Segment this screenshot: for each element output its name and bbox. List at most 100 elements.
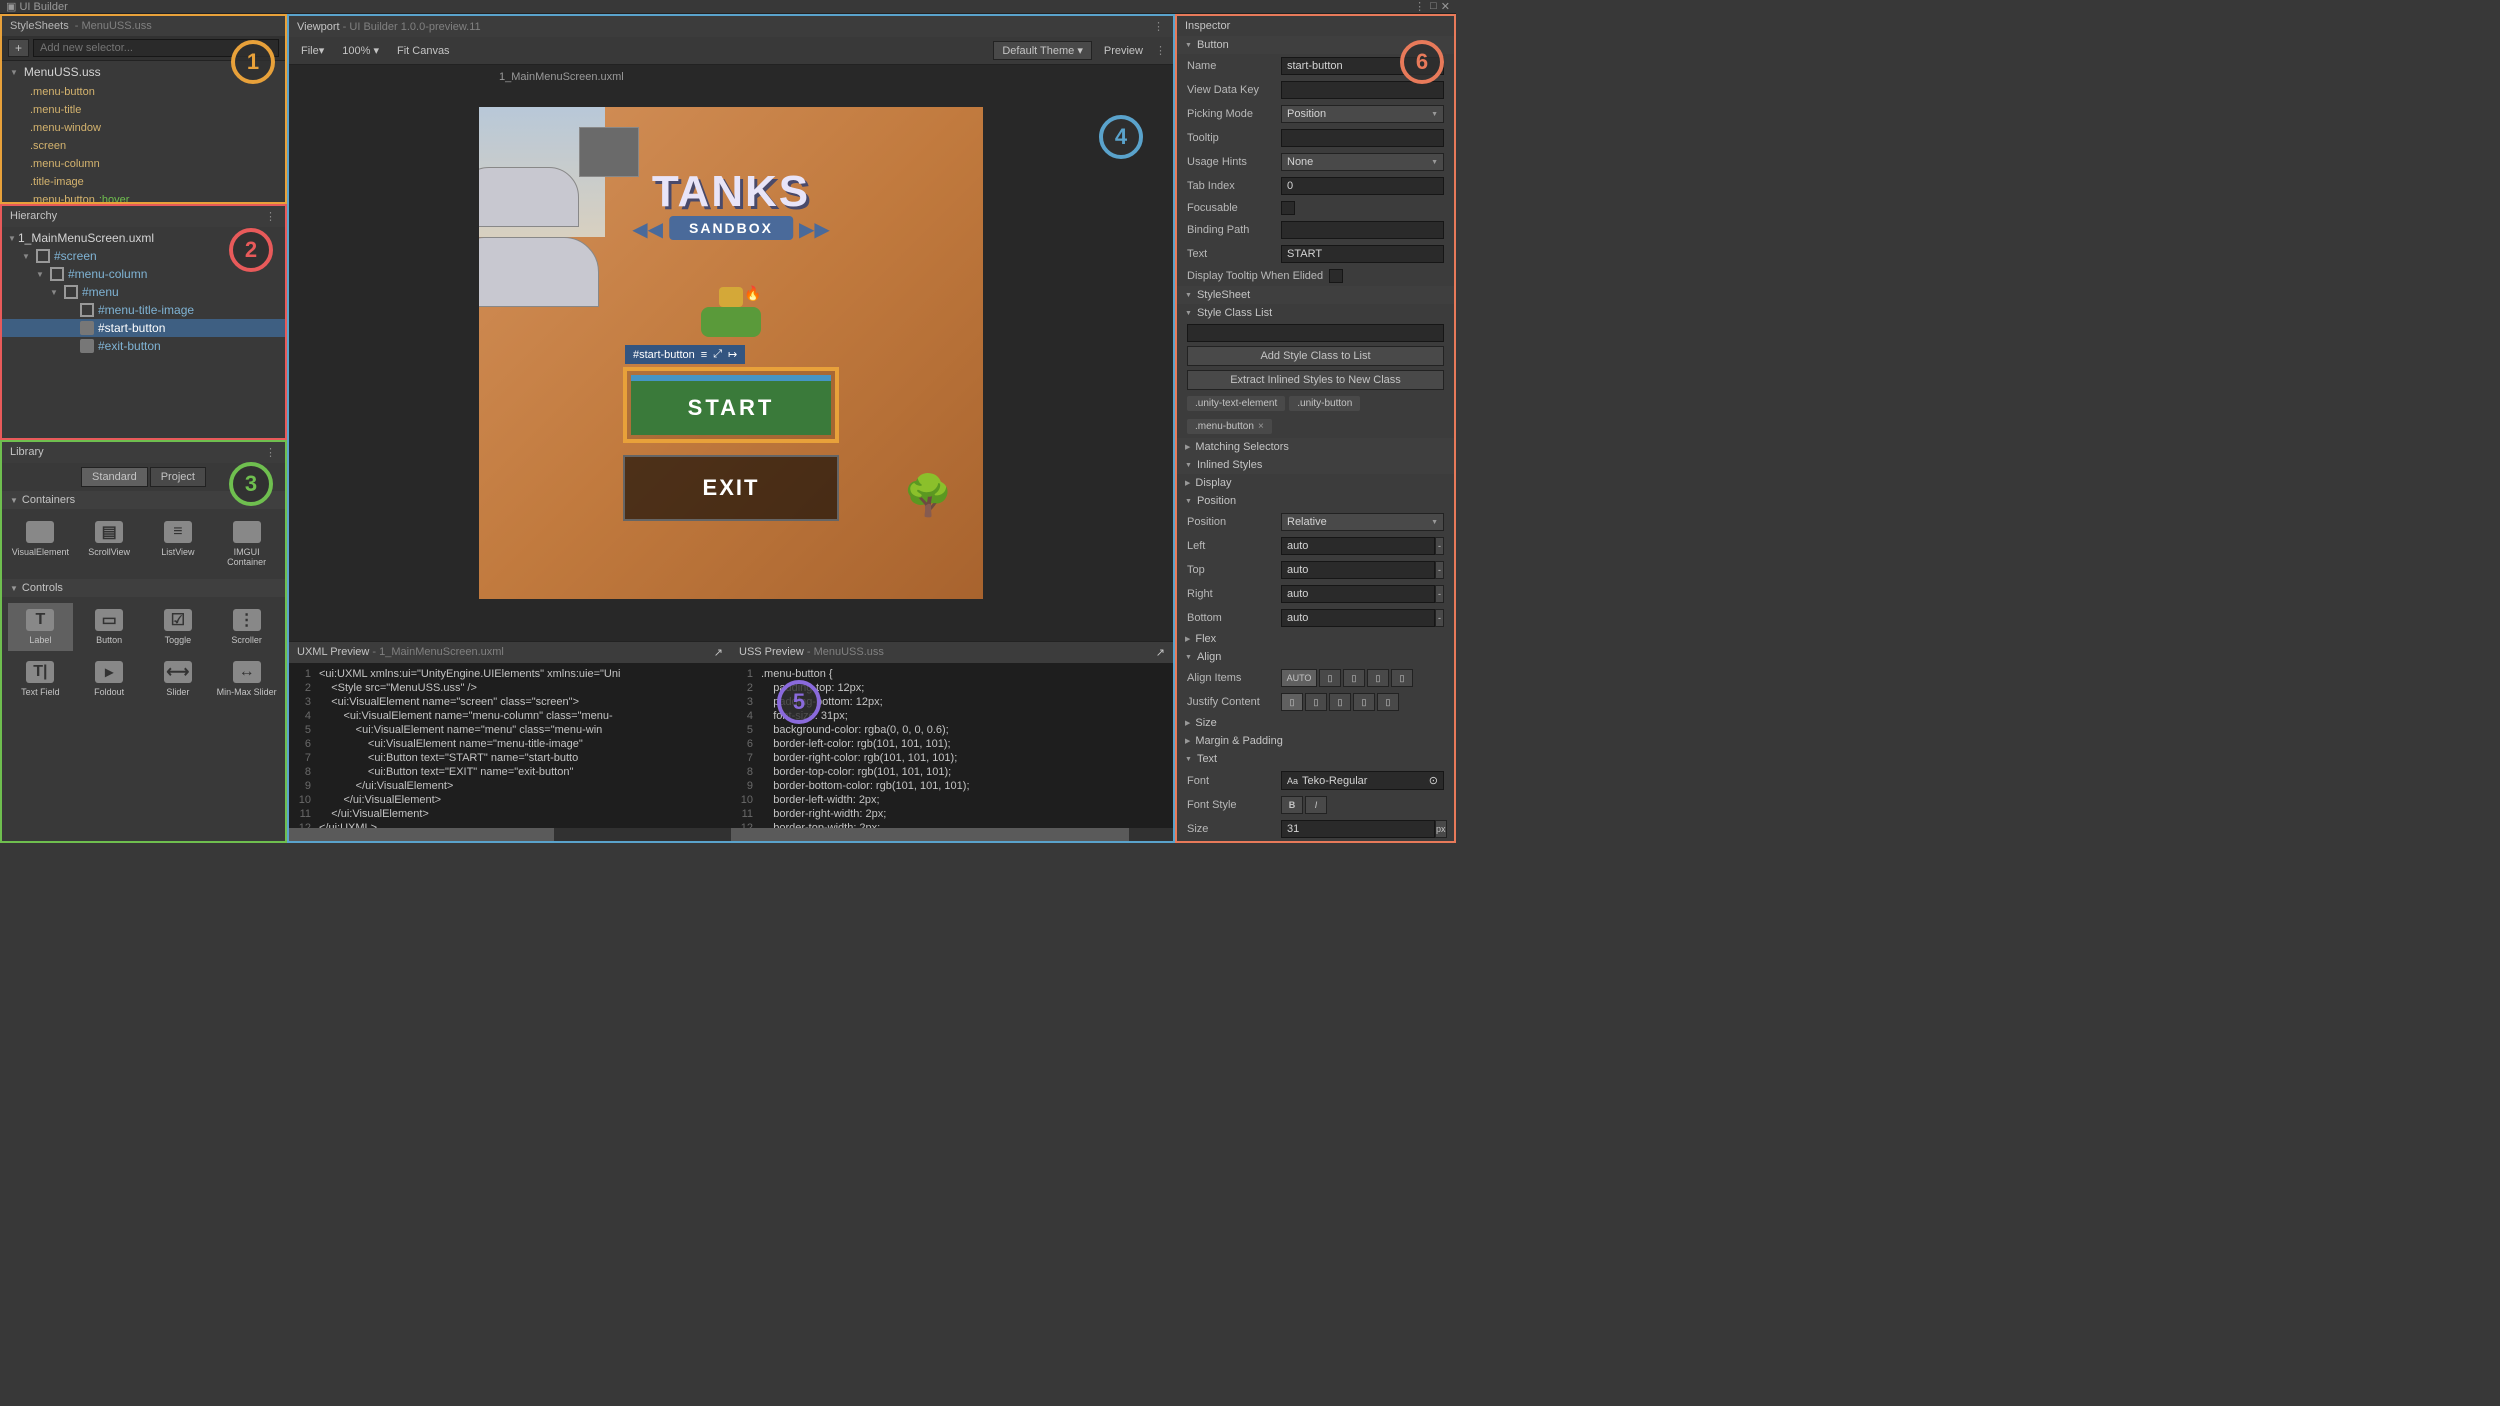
lib-item-imgui[interactable]: IMGUI Container — [214, 515, 279, 573]
position-foldout[interactable]: Position — [1177, 492, 1454, 510]
selector-item[interactable]: .menu-button — [2, 83, 285, 101]
bold-button[interactable]: B — [1281, 796, 1303, 814]
popout-icon[interactable]: ↗ — [1156, 646, 1165, 659]
tabindex-input[interactable] — [1281, 177, 1444, 195]
justify-around[interactable]: ▯ — [1377, 693, 1399, 711]
kebab-icon[interactable]: ⋮ — [1155, 44, 1167, 57]
usagehints-dropdown[interactable]: None — [1281, 153, 1444, 171]
lib-item-foldout[interactable]: ▸Foldout — [77, 655, 142, 703]
scrollbar[interactable] — [731, 828, 1173, 841]
font-field[interactable]: AaTeko-Regular⊙ — [1281, 771, 1444, 790]
extract-styles-button[interactable]: Extract Inlined Styles to New Class — [1187, 370, 1444, 390]
lib-item-slider[interactable]: ⟷Slider — [146, 655, 211, 703]
text-foldout[interactable]: Text — [1177, 750, 1454, 768]
uxml-code[interactable]: 1<ui:UXML xmlns:ui="UnityEngine.UIElemen… — [289, 663, 731, 828]
add-selector-button[interactable]: + — [8, 39, 29, 57]
zoom-dropdown[interactable]: 100% ▾ — [336, 42, 385, 59]
tab-standard[interactable]: Standard — [81, 467, 148, 487]
unit-toggle[interactable]: - — [1435, 537, 1444, 555]
game-exit-button[interactable]: EXIT — [623, 455, 839, 521]
size-foldout[interactable]: Size — [1177, 714, 1454, 732]
position-dropdown[interactable]: Relative — [1281, 513, 1444, 531]
lib-item-button[interactable]: ▭Button — [77, 603, 142, 651]
unit-toggle[interactable]: px — [1435, 820, 1447, 838]
tab-project[interactable]: Project — [150, 467, 206, 487]
justify-end[interactable]: ▯ — [1329, 693, 1351, 711]
justify-center[interactable]: ▯ — [1305, 693, 1327, 711]
margin-foldout[interactable]: Margin & Padding — [1177, 732, 1454, 750]
align-icon[interactable]: ⤢ — [713, 348, 722, 361]
preview-button[interactable]: Preview — [1098, 43, 1149, 59]
controls-foldout[interactable]: Controls — [2, 579, 285, 597]
selector-item[interactable]: .title-image — [2, 173, 285, 191]
align-start[interactable]: ▯ — [1319, 669, 1341, 687]
add-class-button[interactable]: Add Style Class to List — [1187, 346, 1444, 366]
align-auto[interactable]: AUTO — [1281, 669, 1317, 687]
bottom-input[interactable] — [1281, 609, 1435, 627]
unit-toggle[interactable]: - — [1435, 609, 1444, 627]
display-foldout[interactable]: Display — [1177, 474, 1454, 492]
lib-item-listview[interactable]: ≡ListView — [146, 515, 211, 573]
unit-toggle[interactable]: - — [1435, 585, 1444, 603]
lib-item-scrollview[interactable]: ▤ScrollView — [77, 515, 142, 573]
align-stretch[interactable]: ▯ — [1391, 669, 1413, 687]
selector-item[interactable]: .menu-window — [2, 119, 285, 137]
align-center[interactable]: ▯ — [1343, 669, 1365, 687]
tree-row[interactable]: ▼#menu — [2, 283, 285, 301]
lib-item-scroller[interactable]: ⋮Scroller — [214, 603, 279, 651]
start-button-selection[interactable]: #start-button ≡ ⤢ ↦ START — [623, 367, 839, 443]
justify-start[interactable]: ▯ — [1281, 693, 1303, 711]
align-icon[interactable]: ≡ — [701, 349, 707, 361]
scrollbar[interactable] — [289, 828, 731, 841]
kebab-icon[interactable]: ⋮ — [1153, 20, 1165, 33]
kebab-icon[interactable]: ⋮ — [265, 446, 277, 459]
left-input[interactable] — [1281, 537, 1435, 555]
tree-row-selected[interactable]: #start-button — [2, 319, 285, 337]
lib-item-textfield[interactable]: T|Text Field — [8, 655, 73, 703]
focusable-checkbox[interactable] — [1281, 201, 1295, 215]
class-pill[interactable]: .unity-text-element — [1187, 396, 1285, 411]
justify-between[interactable]: ▯ — [1353, 693, 1375, 711]
pickingmode-dropdown[interactable]: Position — [1281, 105, 1444, 123]
stylesheet-foldout[interactable]: StyleSheet — [1177, 286, 1454, 304]
lib-item-minmax[interactable]: ↔Min-Max Slider — [214, 655, 279, 703]
flex-foldout[interactable]: Flex — [1177, 630, 1454, 648]
popout-icon[interactable]: ↗ — [714, 646, 723, 659]
fit-canvas-button[interactable]: Fit Canvas — [391, 43, 456, 59]
displaytooltip-checkbox[interactable] — [1329, 269, 1343, 283]
tooltip-input[interactable] — [1281, 129, 1444, 147]
tree-row[interactable]: #exit-button — [2, 337, 285, 355]
text-input[interactable] — [1281, 245, 1444, 263]
lib-item-label[interactable]: TLabel — [8, 603, 73, 651]
kebab-icon[interactable]: ⋮ — [265, 210, 277, 223]
lib-item-visualelement[interactable]: VisualElement — [8, 515, 73, 573]
class-pill[interactable]: .unity-button — [1289, 396, 1360, 411]
selector-item[interactable]: .screen — [2, 137, 285, 155]
inlined-foldout[interactable]: Inlined Styles — [1177, 456, 1454, 474]
close-icon[interactable]: × — [1258, 421, 1264, 432]
align-foldout[interactable]: Align — [1177, 648, 1454, 666]
tree-row[interactable]: #menu-title-image — [2, 301, 285, 319]
window-controls[interactable]: ⋮ □ ✕ — [1414, 0, 1450, 13]
align-end[interactable]: ▯ — [1367, 669, 1389, 687]
class-pill[interactable]: .menu-button× — [1187, 419, 1272, 434]
selector-item[interactable]: .menu-title — [2, 101, 285, 119]
bindingpath-input[interactable] — [1281, 221, 1444, 239]
unit-toggle[interactable]: - — [1435, 561, 1444, 579]
selector-item[interactable]: .menu-column — [2, 155, 285, 173]
canvas-area[interactable]: 4 1_MainMenuScreen.uxml TANKS ◀◀ SANDBOX — [289, 65, 1173, 641]
game-start-button[interactable]: START — [631, 375, 831, 435]
class-input[interactable] — [1187, 324, 1444, 342]
selector-item[interactable]: .menu-button:hover — [2, 191, 285, 202]
lib-item-toggle[interactable]: ☑Toggle — [146, 603, 211, 651]
align-icon[interactable]: ↦ — [728, 348, 737, 361]
object-picker-icon[interactable]: ⊙ — [1429, 774, 1438, 787]
italic-button[interactable]: I — [1305, 796, 1327, 814]
matching-foldout[interactable]: Matching Selectors — [1177, 438, 1454, 456]
top-input[interactable] — [1281, 561, 1435, 579]
classlist-foldout[interactable]: Style Class List — [1177, 304, 1454, 322]
right-input[interactable] — [1281, 585, 1435, 603]
fontsize-input[interactable] — [1281, 820, 1435, 838]
theme-dropdown[interactable]: Default Theme ▾ — [993, 41, 1092, 60]
file-menu[interactable]: File▾ — [295, 42, 330, 59]
